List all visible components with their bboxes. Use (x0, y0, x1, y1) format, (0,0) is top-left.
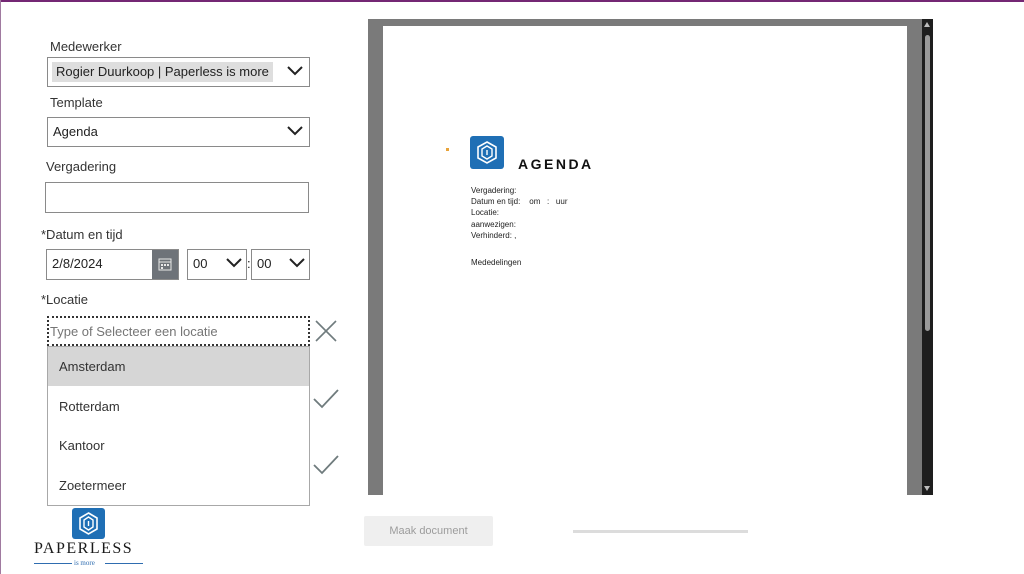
scroll-thumb[interactable] (925, 35, 930, 331)
chevron-down-icon (287, 66, 303, 76)
check-icon[interactable] (312, 453, 340, 477)
paperless-logo-icon (470, 136, 504, 169)
clear-close-icon[interactable] (314, 319, 338, 343)
app-left-border (0, 0, 1, 574)
date-picker[interactable]: 2/8/2024 (46, 249, 179, 280)
locatie-option-amsterdam[interactable]: Amsterdam (48, 347, 309, 386)
scroll-down-arrow-icon[interactable] (924, 486, 930, 491)
medewerker-selected-chip: Rogier Duurkoop | Paperless is more (52, 62, 273, 82)
agenda-title: AGENDA (518, 156, 594, 172)
hour-value: 00 (193, 256, 208, 271)
doc-line-datum: Datum en tijd: om : uur (471, 197, 568, 206)
vergadering-label: Vergadering (46, 159, 117, 174)
minute-dropdown[interactable]: 00 (251, 249, 310, 280)
doc-line-aanwezigen: aanwezigen: (471, 220, 516, 229)
locatie-option-kantoor[interactable]: Kantoor (48, 426, 309, 465)
doc-line-verhinderd: Verhinderd: , (471, 231, 517, 240)
doc-line-mededelingen: Mededelingen (471, 258, 522, 267)
tagline-rule-right (105, 563, 143, 564)
medewerker-label: Medewerker (50, 39, 122, 54)
template-label: Template (50, 95, 103, 110)
check-icon[interactable] (312, 387, 340, 411)
locatie-search-input[interactable] (50, 320, 305, 342)
hour-dropdown[interactable]: 00 (187, 249, 247, 280)
preview-scrollbar[interactable] (922, 19, 933, 495)
date-value: 2/8/2024 (52, 256, 103, 271)
cursor-dot (446, 148, 449, 151)
progress-bar (573, 530, 748, 533)
doc-line-vergadering: Vergadering: (471, 186, 517, 195)
vergadering-input[interactable] (45, 182, 309, 213)
locatie-combobox-input[interactable] (47, 316, 310, 346)
maak-document-button[interactable]: Maak document (364, 516, 493, 546)
brand-name: PAPERLESS (34, 540, 134, 557)
paperless-logo-icon (72, 508, 105, 539)
document-preview-page (383, 26, 907, 495)
calendar-button[interactable] (152, 250, 178, 279)
template-dropdown[interactable]: Agenda (47, 117, 310, 147)
tagline-rule-left (34, 563, 72, 564)
locatie-label: *Locatie (41, 292, 88, 307)
brand-tagline: is more (34, 557, 143, 569)
doc-line-locatie: Locatie: (471, 208, 500, 217)
datum-label: *Datum en tijd (41, 227, 123, 242)
medewerker-dropdown[interactable]: Rogier Duurkoop | Paperless is more (47, 57, 310, 87)
chevron-down-icon (289, 258, 305, 268)
locatie-option-zoetermeer[interactable]: Zoetermeer (48, 466, 309, 505)
tagline-text: is more (74, 559, 95, 567)
template-value: Agenda (53, 124, 98, 139)
minute-value: 00 (257, 256, 272, 271)
chevron-down-icon (287, 126, 303, 136)
scroll-up-arrow-icon[interactable] (924, 22, 930, 27)
calendar-icon (158, 258, 172, 271)
chevron-down-icon (226, 258, 242, 268)
app-top-border (0, 0, 1024, 2)
locatie-dropdown-list: Amsterdam Rotterdam Kantoor Zoetermeer (47, 346, 310, 506)
locatie-option-rotterdam[interactable]: Rotterdam (48, 387, 309, 426)
